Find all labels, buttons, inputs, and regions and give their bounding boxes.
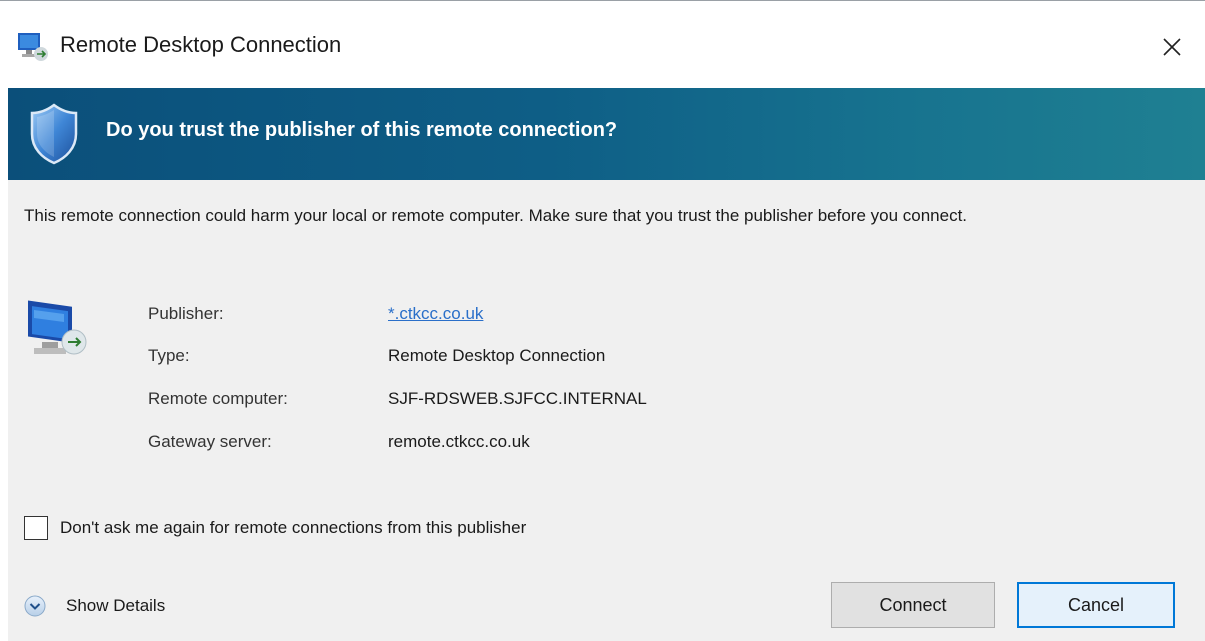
- shield-icon: [30, 103, 78, 165]
- publisher-link[interactable]: *.ctkcc.co.uk: [388, 304, 483, 324]
- window-title: Remote Desktop Connection: [60, 32, 342, 57]
- show-details-toggle[interactable]: Show Details: [24, 593, 165, 619]
- remote-computer-value: SJF-RDSWEB.SJFCC.INTERNAL: [388, 389, 647, 408]
- show-details-label: Show Details: [66, 596, 166, 615]
- type-label: Type:: [148, 346, 190, 365]
- remote-computer-label: Remote computer:: [148, 389, 288, 408]
- banner-heading: Do you trust the publisher of this remot…: [106, 119, 618, 141]
- gateway-server-label: Gateway server:: [148, 432, 272, 451]
- trust-banner: Do you trust the publisher of this remot…: [8, 88, 1205, 180]
- dont-ask-again-label: Don't ask me again for remote connection…: [60, 518, 527, 537]
- publisher-label: Publisher:: [148, 304, 224, 323]
- warning-text: This remote connection could harm your l…: [24, 206, 968, 225]
- dont-ask-again-option[interactable]: Don't ask me again for remote connection…: [24, 515, 526, 541]
- connect-button[interactable]: Connect: [831, 582, 995, 628]
- remote-desktop-app-icon: [18, 33, 48, 61]
- dont-ask-again-checkbox[interactable]: [24, 516, 48, 540]
- close-button[interactable]: [1150, 25, 1194, 69]
- cancel-button[interactable]: Cancel: [1017, 582, 1175, 628]
- remote-computer-icon: [28, 300, 87, 355]
- close-icon: [1163, 38, 1181, 56]
- type-value: Remote Desktop Connection: [388, 346, 606, 365]
- title-bar: Remote Desktop Connection: [0, 0, 1205, 88]
- chevron-down-icon: [24, 595, 46, 617]
- dialog-content: This remote connection could harm your l…: [8, 180, 1205, 641]
- gateway-server-value: remote.ctkcc.co.uk: [388, 432, 530, 451]
